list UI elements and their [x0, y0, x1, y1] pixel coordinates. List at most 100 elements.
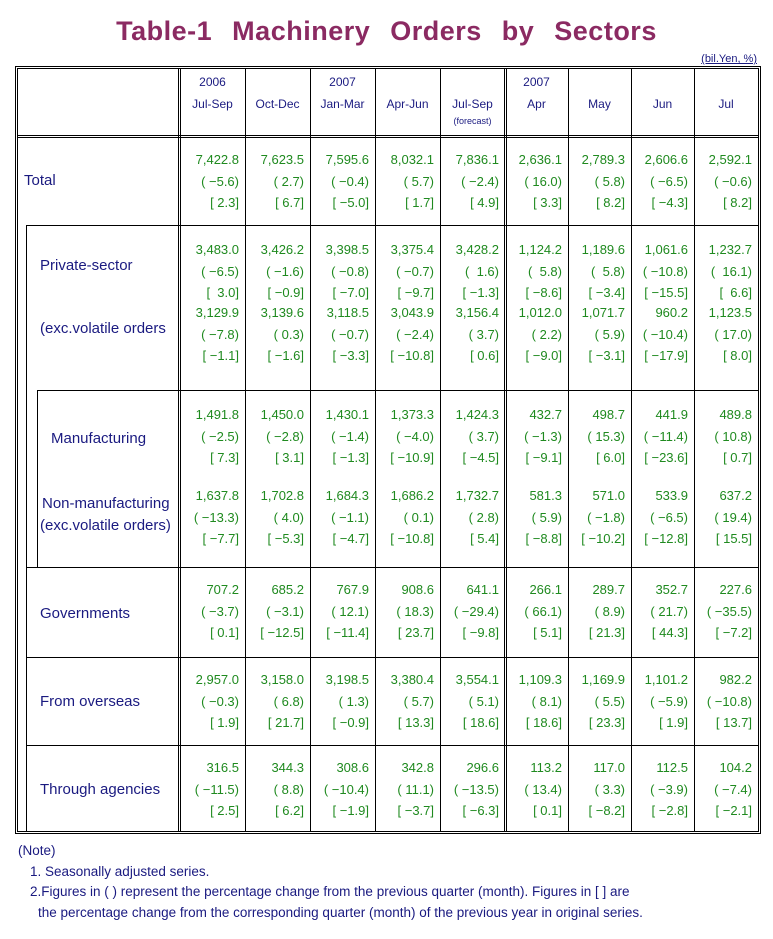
order-value: 641.1	[466, 582, 499, 597]
order-value: 3,118.5	[326, 305, 369, 320]
change-previous-period: ( 5.8)	[528, 263, 562, 279]
row-label: (exc.volatile orders	[40, 320, 166, 337]
unit-label: (bil.Yen, %)	[701, 53, 757, 65]
data-cell: 1,169.9 ( 5.5) [ 23.3]	[568, 669, 625, 734]
change-previous-period: ( 16.1)	[710, 263, 752, 279]
change-previous-period: ( 6.8)	[273, 693, 304, 709]
change-previous-year: [ −9.1]	[525, 450, 563, 465]
data-cell: 908.6 ( 18.3) [ 23.7]	[375, 579, 434, 644]
change-previous-period: ( 16.0)	[524, 173, 562, 189]
order-value: 7,836.1	[455, 152, 499, 167]
change-previous-period: ( −2.8)	[266, 428, 304, 444]
order-value: 441.9	[655, 407, 688, 422]
change-previous-period: ( 5.8)	[591, 263, 625, 279]
column-header: Jul	[694, 71, 758, 115]
data-cell: 3,043.9 ( −2.4) [ −10.8]	[375, 302, 434, 367]
column-header: Jun	[631, 71, 694, 115]
row-label: Total	[24, 172, 56, 189]
order-value: 7,595.6	[325, 152, 369, 167]
data-cell: 533.9 ( −6.5) [ −12.8]	[631, 485, 688, 550]
change-previous-year: [ −12.5]	[260, 625, 304, 640]
note-line-2: 2.Figures in ( ) represent the percentag…	[30, 884, 630, 899]
data-cell: 3,375.4 ( −0.7) [ −9.7]	[375, 239, 434, 304]
order-value: 1,012.0	[518, 305, 562, 320]
change-previous-year: [ 8.2]	[723, 195, 752, 210]
change-previous-period: ( −29.4)	[453, 603, 499, 619]
change-previous-year: [ 0.6]	[470, 348, 499, 363]
change-previous-year: [ 6.6]	[719, 285, 752, 300]
change-previous-year: [ 21.3]	[588, 625, 625, 640]
change-previous-period: ( 5.9)	[594, 326, 625, 342]
change-previous-period: ( −1.6)	[266, 263, 304, 279]
order-value: 1,189.6	[581, 242, 625, 257]
change-previous-year: [ −3.7]	[397, 803, 435, 818]
change-previous-period: ( −11.5)	[194, 781, 239, 797]
data-cell: 637.2 ( 19.4) [ 15.5]	[694, 485, 752, 550]
change-previous-period: ( −4.0)	[396, 428, 434, 444]
change-previous-period: ( 3.7)	[468, 428, 499, 444]
column-header-year	[568, 71, 631, 93]
order-value: 316.5	[206, 760, 239, 775]
data-cell: 641.1 ( −29.4) [ −9.8]	[440, 579, 499, 644]
order-value: 3,398.5	[325, 242, 369, 257]
data-cell: 1,109.3 ( 8.1) [ 18.6]	[505, 669, 562, 734]
data-cell: 352.7 ( 21.7) [ 44.3]	[631, 579, 688, 644]
order-value: 637.2	[719, 488, 752, 503]
change-previous-period: ( 2.7)	[273, 173, 304, 189]
data-cell: 3,156.4 ( 3.7) [ 0.6]	[440, 302, 499, 367]
row-label: From overseas	[40, 693, 141, 710]
change-previous-period: ( 0.1)	[403, 509, 434, 525]
change-previous-period: ( −10.8)	[642, 263, 688, 279]
order-value: 908.6	[401, 582, 434, 597]
change-previous-year: [ 8.2]	[596, 195, 625, 210]
change-previous-year: [ −1.3]	[462, 285, 500, 300]
change-previous-period: ( 18.3)	[396, 603, 434, 619]
change-previous-period: ( 5.7)	[403, 693, 434, 709]
change-previous-year: [ 3.1]	[275, 450, 304, 465]
change-previous-year: [ 7.3]	[210, 450, 239, 465]
data-cell: 1,061.6 ( −10.8) [ −15.5]	[631, 239, 688, 304]
column-header: Jul-Sep (forecast)	[440, 71, 505, 127]
data-cell: 1,732.7 ( 2.8) [ 5.4]	[440, 485, 499, 550]
data-cell: 1,450.0 ( −2.8) [ 3.1]	[245, 404, 304, 469]
order-value: 113.2	[530, 760, 562, 775]
data-cell: 7,623.5 ( 2.7) [ 6.7]	[245, 149, 304, 214]
data-cell: 3,118.5 ( −0.7) [ −3.3]	[310, 302, 369, 367]
change-previous-period: ( 13.4)	[524, 781, 562, 797]
column-header: Apr-Jun	[375, 71, 440, 115]
data-cell: 296.6 ( −13.5) [ −6.3]	[440, 757, 499, 822]
change-previous-year: [ 5.4]	[470, 531, 499, 546]
order-value: 1,232.7	[708, 242, 752, 257]
change-previous-year: [ −10.8]	[390, 348, 434, 363]
change-previous-year: [ 23.3]	[588, 715, 625, 730]
order-value: 1,491.8	[195, 407, 239, 422]
change-previous-period: ( −5.6)	[201, 173, 239, 189]
change-previous-year: [ −8.8]	[525, 531, 563, 546]
change-previous-year: [ −8.6]	[525, 285, 563, 300]
order-value: 1,702.8	[260, 488, 304, 503]
page-title: Table-1 Machinery Orders by Sectors	[116, 16, 657, 46]
row-label: Governments	[40, 605, 131, 622]
data-cell: 1,189.6 ( 5.8) [ −3.4]	[568, 239, 625, 304]
order-value: 7,623.5	[260, 152, 304, 167]
column-header-period: Oct-Dec	[255, 97, 300, 111]
change-previous-period: ( −1.1)	[331, 509, 369, 525]
change-previous-year: [ −9.0]	[525, 348, 563, 363]
change-previous-period: ( 5.1)	[468, 693, 499, 709]
data-cell: 3,398.5 ( −0.8) [ −7.0]	[310, 239, 369, 304]
column-header-year: 2007	[523, 75, 550, 89]
change-previous-period: ( 4.0)	[273, 509, 304, 525]
change-previous-period: ( −1.8)	[587, 509, 625, 525]
change-previous-period: ( 5.5)	[594, 693, 625, 709]
change-previous-year: [ −1.9]	[332, 803, 370, 818]
order-value: 1,686.2	[390, 488, 434, 503]
order-value: 3,158.0	[260, 672, 304, 687]
change-previous-year: [ 15.5]	[715, 531, 752, 546]
change-previous-year: [ −17.9]	[644, 348, 688, 363]
nest-line-manufacturing	[37, 390, 38, 567]
change-previous-year: [ 3.3]	[533, 195, 562, 210]
column-header: 2006 Jul-Sep	[180, 71, 245, 115]
order-value: 289.7	[592, 582, 625, 597]
order-value: 2,606.6	[644, 152, 688, 167]
change-previous-year: [ −4.5]	[462, 450, 500, 465]
